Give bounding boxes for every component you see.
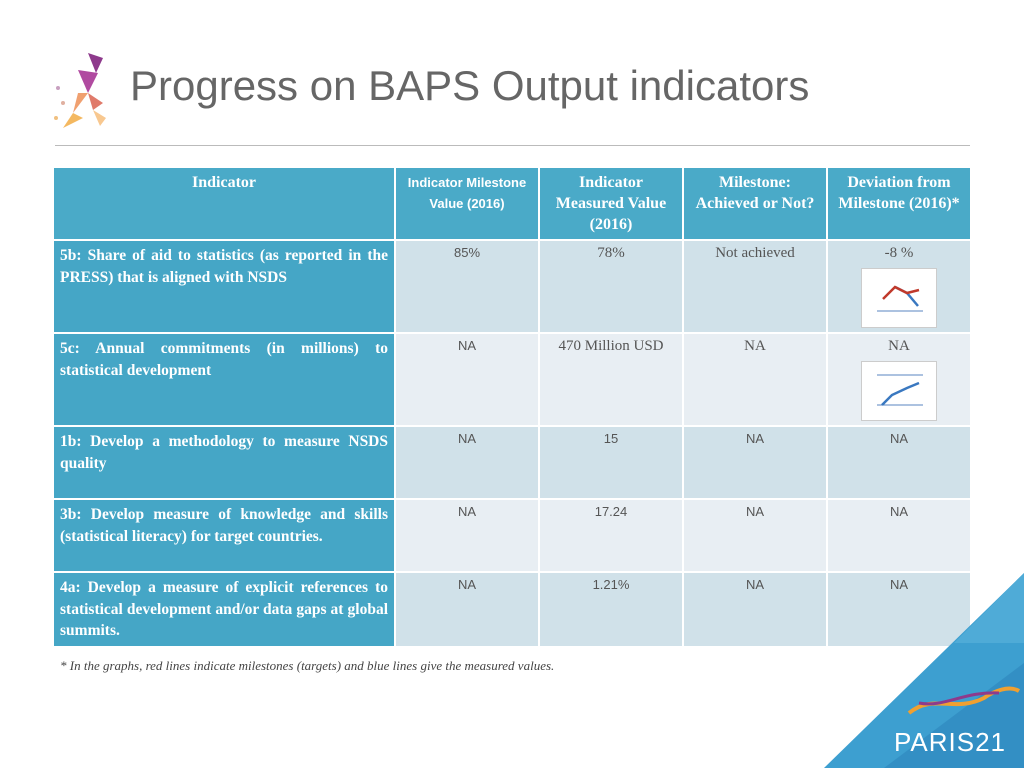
deviation-cell: NA (828, 334, 970, 425)
measured-line (881, 381, 920, 406)
achieved-cell: Not achieved (684, 241, 826, 332)
header-achieved: Milestone: Achieved or Not? (684, 168, 826, 239)
table-row: 1b: Develop a methodology to measure NSD… (54, 427, 970, 498)
table-header-row: Indicator Indicator Milestone Value (201… (54, 168, 970, 239)
brand-logo-text: PARIS21 (893, 727, 1006, 757)
milestone-cell: NA (396, 427, 538, 498)
header-milestone-value: Indicator Milestone Value (2016) (396, 168, 538, 239)
header-measured-value: Indicator Measured Value (2016) (540, 168, 682, 239)
header-indicator: Indicator (54, 168, 394, 239)
deviation-value: -8 % (884, 245, 914, 261)
indicator-cell: 4a: Develop a measure of explicit refere… (54, 573, 394, 646)
indicator-cell: 5c: Annual commitments (in millions) to … (54, 334, 394, 425)
milestone-cell: NA (396, 334, 538, 425)
sparkline-chart (861, 361, 937, 421)
achieved-cell: NA (684, 427, 826, 498)
table-row: 5b: Share of aid to statistics (as repor… (54, 241, 970, 332)
table-row: 5c: Annual commitments (in millions) to … (54, 334, 970, 425)
header-deviation: Deviation from Milestone (2016)* (828, 168, 970, 239)
runner-logo (54, 53, 106, 128)
title-divider (55, 145, 970, 146)
achieved-cell: NA (684, 573, 826, 646)
indicator-cell: 3b: Develop measure of knowledge and ski… (54, 500, 394, 571)
deviation-value: NA (888, 338, 910, 354)
footnote: * In the graphs, red lines indicate mile… (60, 658, 555, 673)
milestone-cell: NA (396, 573, 538, 646)
table-row: 3b: Develop measure of knowledge and ski… (54, 500, 970, 571)
deviation-cell: NA (828, 427, 970, 498)
achieved-cell: NA (684, 334, 826, 425)
milestone-line (882, 285, 920, 300)
indicator-cell: 5b: Share of aid to statistics (as repor… (54, 241, 394, 332)
measured-cell: 1.21% (540, 573, 682, 646)
deviation-cell: -8 % (828, 241, 970, 332)
measured-cell: 78% (540, 241, 682, 332)
sparkline-chart (861, 268, 937, 328)
milestone-cell: NA (396, 500, 538, 571)
deviation-cell: NA (828, 500, 970, 571)
measured-cell: 17.24 (540, 500, 682, 571)
page-title: Progress on BAPS Output indicators (130, 62, 810, 109)
indicator-cell: 1b: Develop a methodology to measure NSD… (54, 427, 394, 498)
measured-cell: 470 Million USD (540, 334, 682, 425)
achieved-cell: NA (684, 500, 826, 571)
milestone-cell: 85% (396, 241, 538, 332)
measured-cell: 15 (540, 427, 682, 498)
